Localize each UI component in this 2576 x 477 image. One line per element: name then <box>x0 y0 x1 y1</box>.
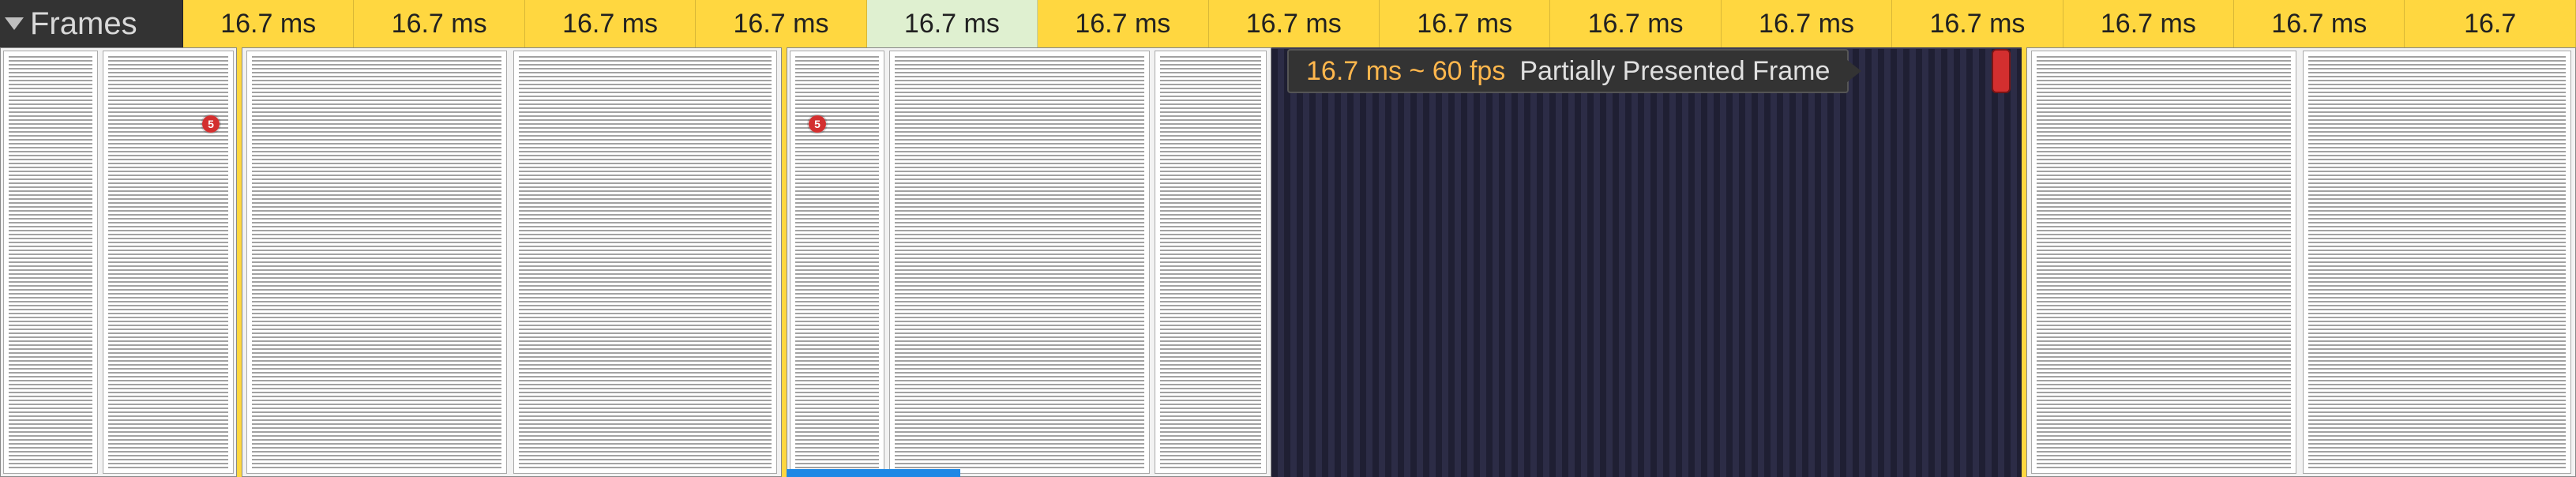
frame-duration: 16.7 ms <box>734 9 829 39</box>
frames-track-label: Frames <box>30 6 137 42</box>
frame-cell[interactable]: 16.7 ms <box>2063 0 2234 47</box>
frames-filmstrip[interactable]: 5 5 16.7 ms ~ 60 fps Partially Presented… <box>0 47 2576 477</box>
frame-tooltip: 16.7 ms ~ 60 fps Partially Presented Fra… <box>1287 49 1849 93</box>
tooltip-frame-type: Partially Presented Frame <box>1519 56 1830 87</box>
frame-screenshot[interactable] <box>2026 47 2576 477</box>
progress-indicator <box>787 469 960 477</box>
frames-track-toggle[interactable]: Frames <box>0 0 183 47</box>
frame-cell[interactable]: 16.7 ms <box>1380 0 1550 47</box>
frame-cell[interactable]: 16.7 ms <box>1209 0 1380 47</box>
frame-duration: 16.7 ms <box>1075 9 1170 39</box>
frame-duration: 16.7 ms <box>1417 9 1512 39</box>
frame-duration: 16.7 <box>2464 9 2516 39</box>
frame-screenshot[interactable]: 5 <box>0 47 237 477</box>
frame-duration: 16.7 ms <box>2101 9 2196 39</box>
frame-cell[interactable]: 16.7 ms <box>1722 0 1892 47</box>
tooltip-arrow-icon <box>1847 60 1861 82</box>
layout-shift-badge-icon: 5 <box>202 115 220 133</box>
frame-cell[interactable]: 16.7 ms <box>1550 0 1721 47</box>
frame-cell[interactable]: 16.7 ms <box>2234 0 2405 47</box>
frame-cell[interactable]: 16.7 ms <box>183 0 354 47</box>
frame-duration: 16.7 ms <box>2271 9 2367 39</box>
frame-cell[interactable]: 16.7 ms <box>525 0 696 47</box>
frame-screenshot[interactable] <box>242 47 782 477</box>
partial-frame-marker-icon <box>1992 49 2011 93</box>
frame-cell[interactable]: 16.7 ms <box>696 0 866 47</box>
frames-header-row: Frames 16.7 ms 16.7 ms 16.7 ms 16.7 ms 1… <box>0 0 2576 47</box>
frame-cell[interactable]: 16.7 ms <box>1892 0 2063 47</box>
frame-screenshot[interactable]: 5 <box>787 47 1271 477</box>
disclosure-triangle-icon <box>5 17 24 30</box>
frame-duration: 16.7 ms <box>1588 9 1684 39</box>
frame-cell[interactable]: 16.7 ms <box>867 0 1038 47</box>
frame-duration: 16.7 ms <box>1246 9 1342 39</box>
frame-duration: 16.7 ms <box>904 9 1000 39</box>
frame-cell[interactable]: 16.7 <box>2405 0 2575 47</box>
frame-cell[interactable]: 16.7 ms <box>1038 0 1208 47</box>
frame-cell[interactable]: 16.7 ms <box>354 0 524 47</box>
tooltip-fps-text: 16.7 ms ~ 60 fps <box>1306 56 1505 87</box>
frame-duration: 16.7 ms <box>1759 9 1854 39</box>
layout-shift-badge-icon: 5 <box>809 115 826 133</box>
timeline-frames-panel: Frames 16.7 ms 16.7 ms 16.7 ms 16.7 ms 1… <box>0 0 2576 477</box>
frame-duration: 16.7 ms <box>1929 9 2025 39</box>
frame-duration: 16.7 ms <box>392 9 487 39</box>
interactions-track-region[interactable] <box>1271 47 2022 477</box>
frame-duration: 16.7 ms <box>562 9 658 39</box>
frame-duration: 16.7 ms <box>220 9 316 39</box>
